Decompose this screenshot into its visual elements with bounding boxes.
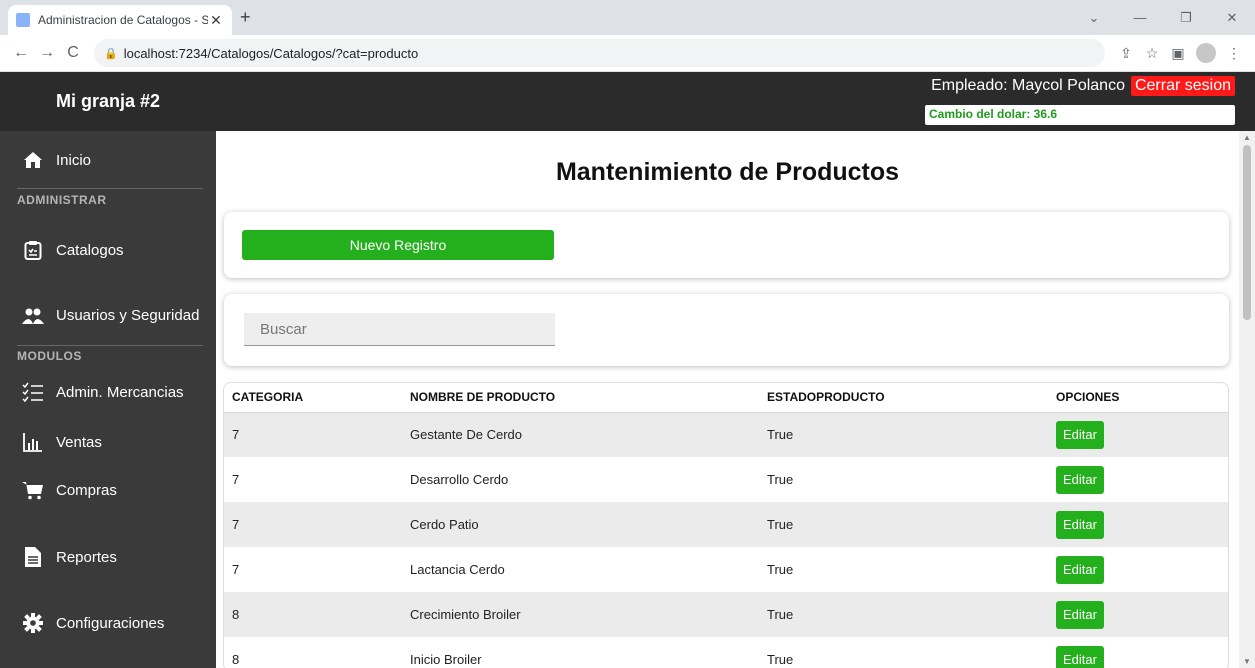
sidebar-item-mercancias[interactable]: Admin. Mercancias <box>0 377 216 407</box>
cell-categoria: 7 <box>232 562 240 577</box>
dollar-rate: Cambio del dolar: 36.6 <box>925 105 1235 125</box>
home-icon <box>22 149 44 171</box>
sidebar-item-catalogos[interactable]: Catalogos <box>0 235 216 265</box>
column-header-categoria[interactable]: CATEGORIA <box>224 383 410 413</box>
table-header-row: CATEGORIA NOMBRE DE PRODUCTO ESTADOPRODU… <box>224 383 1228 413</box>
profile-avatar[interactable] <box>1196 43 1216 63</box>
address-bar[interactable]: 🔒 localhost:7234/Catalogos/Catalogos/?ca… <box>94 39 1105 67</box>
scrollbar-thumb[interactable] <box>1243 145 1251 320</box>
cell-categoria: 8 <box>232 652 240 667</box>
edit-button[interactable]: Editar <box>1056 555 1104 584</box>
brand-title: Mi granja #2 <box>0 72 216 131</box>
sidebar-item-reportes[interactable]: Reportes <box>0 542 216 572</box>
section-label-modules: MODULOS <box>17 349 82 363</box>
cell-estado: True <box>767 652 794 667</box>
sidebar: Mi granja #2 Inicio ADMINISTRAR Catalogo… <box>0 72 216 668</box>
share-icon[interactable]: ⇪ <box>1113 45 1139 62</box>
menu-kebab-icon[interactable]: ⋮ <box>1221 45 1247 62</box>
window-controls: ⌄ — ❐ ✕ <box>1071 0 1255 35</box>
products-table: CATEGORIA NOMBRE DE PRODUCTO ESTADOPRODU… <box>223 382 1229 668</box>
edit-button[interactable]: Editar <box>1056 465 1104 494</box>
checklist-icon <box>22 381 44 403</box>
table-row: 8 Crecimiento Broiler True Editar <box>224 592 1228 637</box>
table-row: 8 Inicio Broiler True Editar <box>224 637 1228 668</box>
bar-chart-icon <box>22 431 44 453</box>
sidebar-item-usuarios[interactable]: Usuarios y Seguridad <box>0 296 216 336</box>
sidebar-item-ventas[interactable]: Ventas <box>0 427 216 457</box>
main-content: Mantenimiento de Productos Nuevo Registr… <box>216 131 1239 668</box>
browser-tabbar: Administracion de Catalogos - S ✕ + ⌄ — … <box>0 0 1255 35</box>
close-window-icon[interactable]: ✕ <box>1209 0 1255 35</box>
cell-nombre: Cerdo Patio <box>410 502 767 547</box>
cell-nombre: Crecimiento Broiler <box>410 592 767 637</box>
cell-nombre: Gestante De Cerdo <box>410 412 767 457</box>
sidebar-item-configuraciones[interactable]: Configuraciones <box>0 608 216 638</box>
table-row: 7 Desarrollo Cerdo True Editar <box>224 457 1228 502</box>
cell-nombre: Inicio Broiler <box>410 652 482 667</box>
sidebar-item-compras[interactable]: Compras <box>0 475 216 505</box>
sidebar-divider <box>17 188 203 189</box>
minimize-icon[interactable]: — <box>1117 0 1163 35</box>
back-icon[interactable]: ← <box>8 44 34 62</box>
cell-estado: True <box>767 562 794 577</box>
cell-estado: True <box>767 472 794 487</box>
lock-icon: 🔒 <box>104 47 118 60</box>
reload-icon[interactable]: C <box>60 44 86 62</box>
sidebar-divider <box>17 345 203 346</box>
new-tab-icon[interactable]: + <box>240 7 251 28</box>
table-row: 7 Gestante De Cerdo True Editar <box>224 412 1228 457</box>
close-tab-icon[interactable]: ✕ <box>208 12 224 29</box>
table-row: 7 Lactancia Cerdo True Editar <box>224 547 1228 592</box>
page-title: Mantenimiento de Productos <box>555 158 900 186</box>
actions-card: Nuevo Registro <box>224 212 1229 278</box>
top-header: Empleado: Maycol Polanco Cerrar sesion C… <box>216 72 1255 131</box>
gear-icon <box>22 612 44 634</box>
cell-categoria: 8 <box>224 592 410 637</box>
new-record-button[interactable]: Nuevo Registro <box>242 230 554 260</box>
cell-nombre: Desarrollo Cerdo <box>410 472 509 487</box>
cell-estado: True <box>767 502 1056 547</box>
edit-button[interactable]: Editar <box>1056 510 1104 539</box>
clipboard-icon <box>22 239 44 261</box>
favicon-icon <box>16 13 30 27</box>
search-input[interactable] <box>244 313 555 346</box>
cell-estado: True <box>767 412 1056 457</box>
bookmark-star-icon[interactable]: ☆ <box>1139 45 1165 62</box>
cart-icon <box>22 479 44 501</box>
edit-button[interactable]: Editar <box>1056 645 1104 668</box>
url-text: localhost:7234/Catalogos/Catalogos/?cat=… <box>123 45 419 61</box>
logout-button[interactable]: Cerrar sesion <box>1130 76 1235 96</box>
page-scrollbar[interactable]: ▲ ▼ <box>1239 131 1255 668</box>
cell-nombre: Lactancia Cerdo <box>410 562 505 577</box>
cell-categoria: 7 <box>232 472 240 487</box>
scroll-down-icon[interactable]: ▼ <box>1239 657 1255 666</box>
section-label-admin: ADMINISTRAR <box>17 193 107 207</box>
edit-button[interactable]: Editar <box>1056 600 1104 629</box>
column-header-nombre[interactable]: NOMBRE DE PRODUCTO <box>410 383 767 413</box>
cell-categoria: 7 <box>224 412 410 457</box>
forward-icon[interactable]: → <box>34 44 60 62</box>
tab-search-icon[interactable]: ⌄ <box>1071 0 1117 35</box>
table-row: 7 Cerdo Patio True Editar <box>224 502 1228 547</box>
employee-info: Empleado: Maycol Polanco Cerrar sesion <box>931 76 1235 96</box>
search-card <box>224 294 1229 366</box>
cell-estado: True <box>767 592 1056 637</box>
restore-icon[interactable]: ❐ <box>1163 0 1209 35</box>
tab-title: Administracion de Catalogos - S <box>38 13 208 27</box>
sidebar-item-inicio[interactable]: Inicio <box>0 145 216 175</box>
browser-toolbar: ← → C 🔒 localhost:7234/Catalogos/Catalog… <box>0 35 1255 72</box>
column-header-opciones: OPCIONES <box>1056 383 1228 413</box>
browser-tab[interactable]: Administracion de Catalogos - S ✕ <box>8 5 232 35</box>
edit-button[interactable]: Editar <box>1056 420 1104 449</box>
employee-label: Empleado: Maycol Polanco <box>931 77 1125 94</box>
column-header-estado[interactable]: ESTADOPRODUCTO <box>767 383 1056 413</box>
file-icon <box>22 546 44 568</box>
users-icon <box>22 305 44 327</box>
side-panel-icon[interactable]: ▣ <box>1165 45 1191 62</box>
cell-categoria: 7 <box>224 502 410 547</box>
scroll-up-icon[interactable]: ▲ <box>1239 133 1255 142</box>
